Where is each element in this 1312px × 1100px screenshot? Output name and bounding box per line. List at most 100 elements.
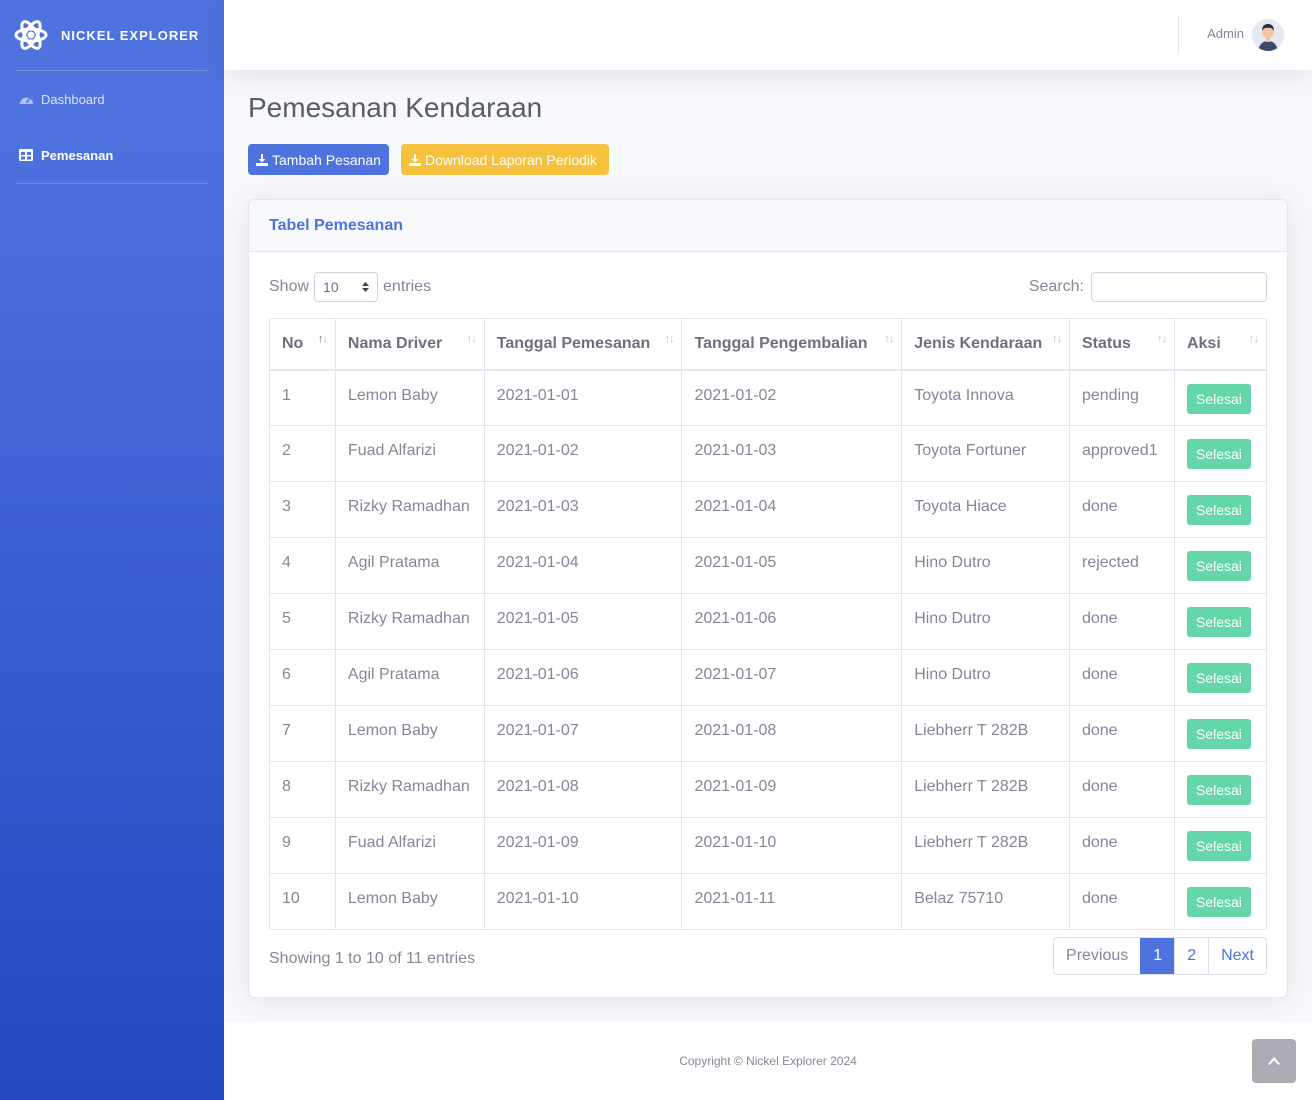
cell-status: rejected [1068, 537, 1175, 594]
cell-tanggal-pengembalian: 2021-01-02 [681, 369, 903, 426]
selesai-button[interactable]: Selesai [1186, 719, 1251, 749]
page-size-value: 10 [323, 279, 339, 295]
booking-card: Tabel Pemesanan Show 10 entries Search: … [248, 199, 1288, 998]
sort-icon: ↑↓ [884, 333, 894, 345]
page-size-select[interactable]: 10 [314, 272, 379, 302]
cell-aksi: Selesai [1173, 537, 1268, 594]
cell-jenis-kendaraan: Hino Dutro [901, 593, 1070, 650]
sidebar-item-pemesanan[interactable]: Pemesanan [0, 127, 224, 183]
cell-status: done [1068, 817, 1175, 874]
cell-tanggal-pengembalian: 2021-01-10 [681, 817, 903, 874]
cell-jenis-kendaraan: Liebherr T 282B [901, 705, 1070, 762]
scroll-to-top-button[interactable] [1252, 1039, 1296, 1083]
selesai-button[interactable]: Selesai [1186, 495, 1251, 525]
cell-tanggal-pengembalian: 2021-01-03 [681, 425, 903, 482]
booking-table: No ↑↓ Nama Driver ↑↓ Tanggal Pemesanan ↑↓ T… [269, 318, 1268, 930]
cell-tanggal-pemesanan: 2021-01-02 [483, 425, 683, 482]
cell-no: 1 [269, 369, 336, 426]
cell-jenis-kendaraan: Toyota Hiace [901, 481, 1070, 538]
topbar-divider [1178, 16, 1179, 54]
cell-tanggal-pengembalian: 2021-01-08 [681, 705, 903, 762]
cell-driver: Agil Pratama [334, 649, 485, 706]
selesai-button[interactable]: Selesai [1186, 383, 1251, 414]
selesai-button[interactable]: Selesai [1186, 607, 1251, 637]
search-control: Search: [1029, 272, 1267, 302]
cell-no: 6 [269, 649, 336, 706]
cell-status: done [1068, 873, 1175, 930]
column-header-label: Jenis Kendaraan [914, 334, 1043, 352]
user-name[interactable]: Admin [1207, 26, 1244, 41]
add-booking-label: Tambah Pesanan [272, 151, 381, 168]
cell-aksi: Selesai [1173, 481, 1268, 538]
cell-jenis-kendaraan: Hino Dutro [901, 649, 1070, 706]
cell-jenis-kendaraan: Belaz 75710 [901, 873, 1070, 930]
column-header-label: Aksi [1186, 334, 1221, 352]
topbar: Admin [224, 0, 1312, 70]
cell-driver: Lemon Baby [334, 873, 485, 930]
sort-icon: ↑↓ [1249, 333, 1259, 345]
chevron-up-icon [1268, 1052, 1280, 1070]
selesai-button[interactable]: Selesai [1186, 831, 1251, 861]
avatar[interactable] [1252, 19, 1284, 51]
cell-tanggal-pemesanan: 2021-01-07 [483, 705, 683, 762]
cell-tanggal-pemesanan: 2021-01-06 [483, 649, 683, 706]
table-row: 2 Fuad Alfarizi 2021-01-02 2021-01-03 To… [269, 425, 1268, 482]
cell-tanggal-pengembalian: 2021-01-09 [681, 761, 903, 818]
cell-aksi: Selesai [1173, 705, 1268, 762]
cell-tanggal-pemesanan: 2021-01-09 [483, 817, 683, 874]
cell-aksi: Selesai [1173, 593, 1268, 650]
selesai-button[interactable]: Selesai [1186, 663, 1251, 693]
footer: Copyright © Nickel Explorer 2024 [224, 1022, 1312, 1100]
cell-no: 2 [269, 425, 336, 482]
cell-driver: Fuad Alfarizi [334, 817, 485, 874]
page-button-2[interactable]: 2 [1174, 938, 1208, 974]
column-header-no[interactable]: No ↑↓ [269, 318, 336, 371]
cell-no: 9 [269, 817, 336, 874]
cell-status: done [1068, 705, 1175, 762]
cell-jenis-kendaraan: Liebherr T 282B [901, 761, 1070, 818]
cell-no: 3 [269, 481, 336, 538]
selesai-button[interactable]: Selesai [1186, 551, 1251, 581]
selesai-button[interactable]: Selesai [1186, 775, 1251, 805]
column-header-label: Tanggal Pemesanan [496, 334, 651, 352]
next-page-button[interactable]: Next [1208, 938, 1266, 974]
page-button-1[interactable]: 1 [1140, 938, 1175, 974]
search-input[interactable] [1091, 272, 1267, 302]
cell-tanggal-pemesanan: 2021-01-10 [483, 873, 683, 930]
cell-jenis-kendaraan: Hino Dutro [901, 537, 1070, 594]
download-report-label: Download Laporan Periodik [425, 151, 597, 168]
download-report-button[interactable]: Download Laporan Periodik [401, 144, 609, 175]
cell-no: 10 [269, 873, 336, 930]
cell-driver: Agil Pratama [334, 537, 485, 594]
cell-no: 4 [269, 537, 336, 594]
cell-status: approved1 [1068, 425, 1175, 482]
cell-tanggal-pemesanan: 2021-01-08 [483, 761, 683, 818]
cell-driver: Fuad Alfarizi [334, 425, 485, 482]
selesai-button[interactable]: Selesai [1186, 439, 1251, 469]
cell-driver: Rizky Ramadhan [334, 593, 485, 650]
table-row: 4 Agil Pratama 2021-01-04 2021-01-05 Hin… [269, 537, 1268, 594]
sidebar-item-dashboard[interactable]: Dashboard [0, 71, 224, 127]
brand-link[interactable]: NICKEL EXPLORER [0, 0, 224, 70]
cell-jenis-kendaraan: Liebherr T 282B [901, 817, 1070, 874]
cell-driver: Rizky Ramadhan [334, 761, 485, 818]
table-row: 1 Lemon Baby 2021-01-01 2021-01-02 Toyot… [269, 369, 1268, 426]
cell-aksi: Selesai [1173, 873, 1268, 930]
column-header-jenis-kendaraan[interactable]: Jenis Kendaraan ↑↓ [901, 318, 1070, 371]
column-header-tanggal-pemesanan[interactable]: Tanggal Pemesanan ↑↓ [483, 318, 683, 371]
add-booking-button[interactable]: Tambah Pesanan [248, 144, 389, 175]
previous-page-button[interactable]: Previous [1054, 938, 1140, 974]
selesai-button[interactable]: Selesai [1186, 887, 1251, 917]
cell-jenis-kendaraan: Toyota Fortuner [901, 425, 1070, 482]
table-header-row: No ↑↓ Nama Driver ↑↓ Tanggal Pemesanan ↑↓ T… [269, 318, 1268, 371]
table-row: 10 Lemon Baby 2021-01-10 2021-01-11 Bela… [269, 873, 1268, 930]
select-arrows-icon [362, 279, 370, 295]
download-icon [409, 153, 421, 166]
table-info: Showing 1 to 10 of 11 entries [269, 950, 476, 967]
column-header-aksi[interactable]: Aksi ↑↓ [1173, 318, 1268, 371]
column-header-status[interactable]: Status ↑↓ [1068, 318, 1175, 371]
cell-aksi: Selesai [1173, 369, 1268, 426]
sort-asc-icon: ↑↓ [317, 333, 328, 345]
column-header-tanggal-pengembalian[interactable]: Tanggal Pengembalian ↑↓ [681, 318, 903, 371]
column-header-driver[interactable]: Nama Driver ↑↓ [334, 318, 485, 371]
